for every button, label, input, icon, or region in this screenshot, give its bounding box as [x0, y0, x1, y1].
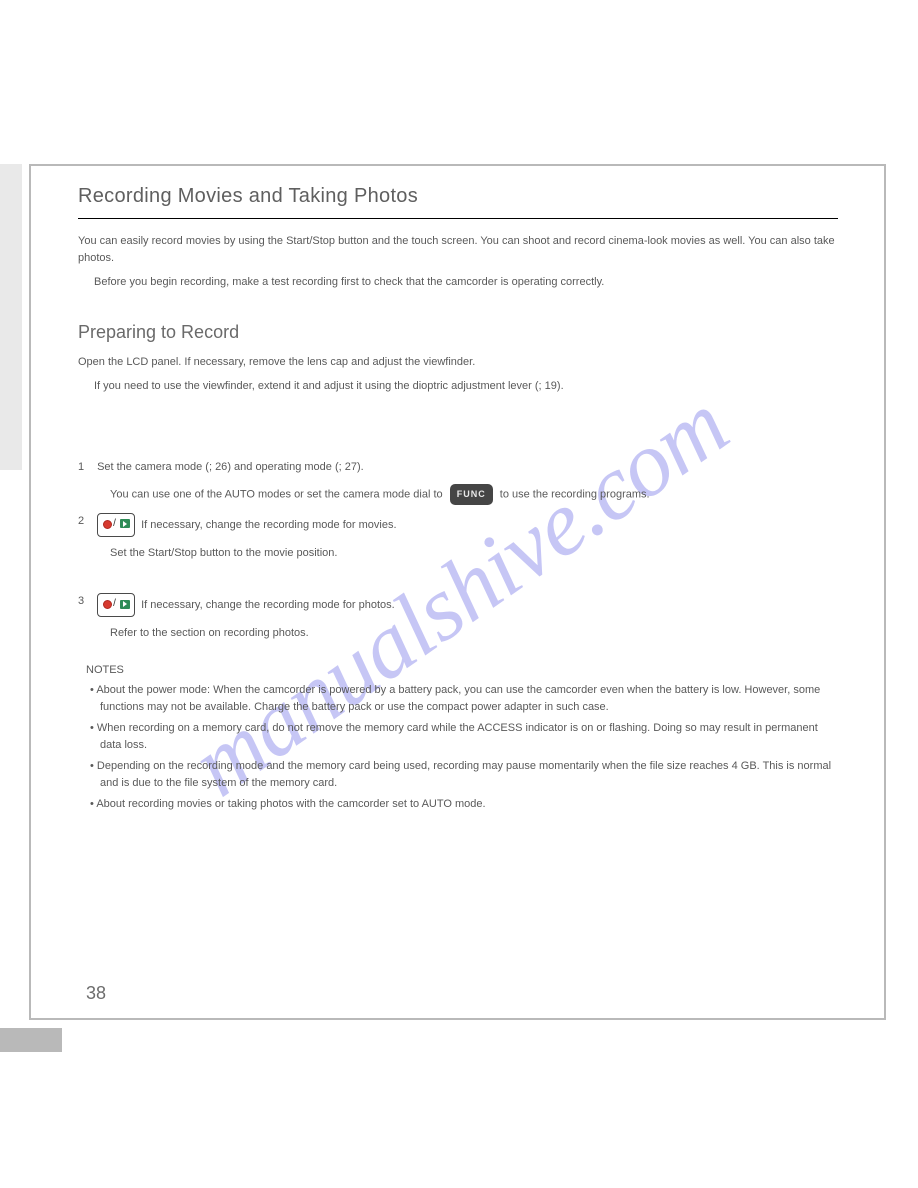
notes-block: NOTES • About the power mode: When the c…: [86, 660, 838, 813]
step-1-text-c: ).: [357, 461, 364, 473]
record-dot-icon: [103, 600, 112, 609]
play-icon: [120, 519, 130, 528]
prep-p2-a: If you need to use the viewfinder, exten…: [94, 380, 539, 392]
step-1: 1 Set the camera mode (; 26) and operati…: [78, 459, 838, 476]
rec-play-button-icon: /: [97, 513, 135, 537]
step-1-ref2: ; 27: [339, 461, 357, 473]
step-3-number: 3: [78, 593, 94, 610]
step-3-sub: Refer to the section on recording photos…: [94, 625, 838, 642]
note-4: • About recording movies or taking photo…: [86, 796, 838, 813]
prep-p2-ref: ; 19: [539, 380, 557, 392]
step-1-sub-a: You can use one of the AUTO modes or set…: [110, 488, 446, 500]
intro-paragraph-1: You can easily record movies by using th…: [78, 233, 838, 266]
intro-paragraph-2: Before you begin recording, make a test …: [78, 274, 838, 291]
prep-paragraph-2: If you need to use the viewfinder, exten…: [78, 378, 838, 395]
page-number: 38: [86, 983, 106, 1004]
note-2: • When recording on a memory card, do no…: [86, 720, 838, 754]
step-1-sub-b: to use the recording programs.: [500, 488, 650, 500]
note-3: • Depending on the recording mode and th…: [86, 758, 838, 792]
note-3-text: Depending on the recording mode and the …: [97, 760, 831, 789]
record-dot-icon: [103, 520, 112, 529]
notes-label: NOTES: [86, 664, 124, 676]
step-1-number: 1: [78, 459, 94, 476]
note-4-text: About recording movies or taking photos …: [96, 798, 485, 810]
note-1-text: About the power mode: When the camcorder…: [96, 684, 820, 713]
step-2-text: If necessary, change the recording mode …: [141, 518, 396, 530]
page-content: Recording Movies and Taking Photos You c…: [78, 185, 838, 817]
step-2-number: 2: [78, 513, 94, 530]
title-underline: [78, 218, 838, 219]
step-1-text-b: ) and operating mode (: [227, 461, 338, 473]
section-title: Recording Movies and Taking Photos: [78, 185, 838, 208]
func-button-icon: FUNC: [450, 484, 493, 505]
step-2-sub: Set the Start/Stop button to the movie p…: [94, 545, 838, 562]
note-2-text: When recording on a memory card, do not …: [97, 722, 818, 751]
rec-play-button-icon-2: /: [97, 593, 135, 617]
step-2: 2 / If necessary, change the recording m…: [78, 513, 838, 537]
slash-icon: /: [113, 596, 116, 612]
prep-paragraph-1: Open the LCD panel. If necessary, remove…: [78, 354, 838, 371]
prep-p2-b: ).: [557, 380, 564, 392]
play-icon: [120, 600, 130, 609]
step-3-text: If necessary, change the recording mode …: [141, 599, 395, 611]
note-1: • About the power mode: When the camcord…: [86, 682, 838, 716]
preparing-heading: Preparing to Record: [78, 319, 838, 346]
step-1-sub: You can use one of the AUTO modes or set…: [94, 484, 838, 505]
step-1-text-a: Set the camera mode (: [97, 461, 209, 473]
left-margin-highlight: [0, 164, 22, 470]
step-3: 3 / If necessary, change the recording m…: [78, 593, 838, 617]
slash-icon: /: [113, 516, 116, 532]
step-1-ref: ; 26: [209, 461, 227, 473]
page-tab-marker: [0, 1028, 62, 1052]
